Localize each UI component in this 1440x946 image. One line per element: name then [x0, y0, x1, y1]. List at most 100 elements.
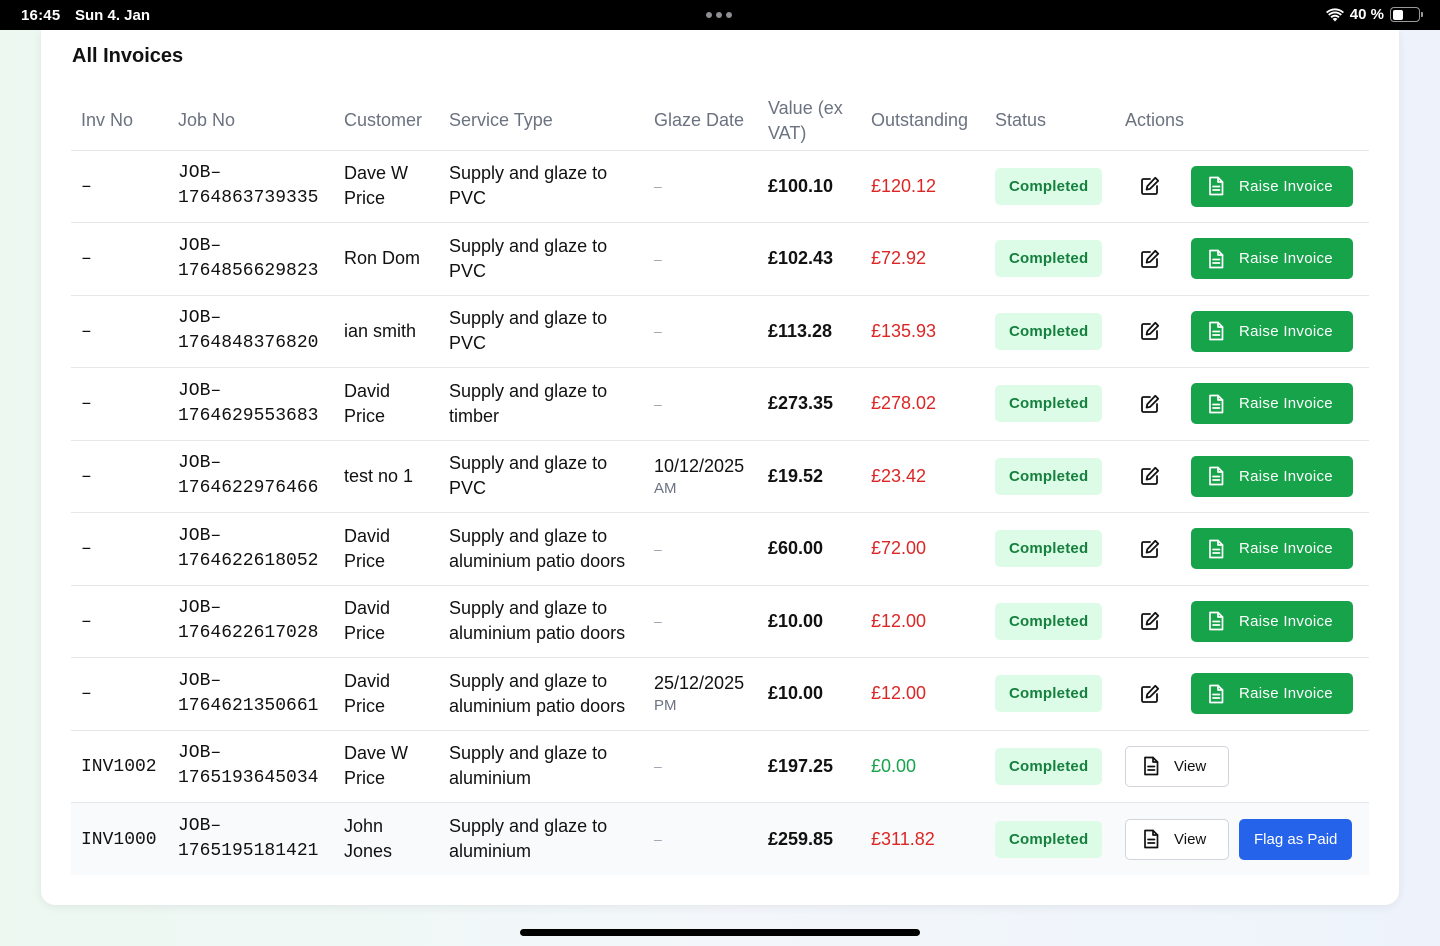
status-badge: Completed: [995, 240, 1103, 278]
inv-no-cell: –: [71, 512, 168, 586]
customer-name: David Price: [344, 380, 391, 426]
raise-invoice-label: Raise Invoice: [1239, 467, 1333, 485]
edit-button[interactable]: [1129, 239, 1171, 279]
glaze-date-empty: –: [654, 540, 662, 557]
edit-icon: [1140, 249, 1160, 269]
inv-no: –: [81, 321, 92, 342]
customer-name: Ron Dom: [344, 248, 421, 269]
status-badge: Completed: [995, 675, 1103, 713]
battery-icon: [1390, 7, 1423, 22]
service-type-cell: Supply and glaze to aluminium patio door…: [439, 585, 644, 658]
flag-as-paid-button[interactable]: Flag as Paid: [1239, 818, 1353, 860]
glaze-date-cell: –: [644, 512, 758, 586]
glaze-date-empty: –: [654, 250, 662, 267]
service-type: Supply and glaze to timber: [449, 380, 608, 426]
customer-cell: David Price: [334, 657, 439, 731]
value-cell: £197.25: [758, 730, 861, 803]
status-badge: Completed: [995, 530, 1103, 568]
value-ex-vat: £10.00: [768, 610, 824, 631]
glaze-date: 25/12/2025: [654, 673, 745, 694]
status-bar: 16:45 Sun 4. Jan 40 %: [0, 0, 1440, 30]
outstanding-cell: £23.42: [861, 440, 985, 513]
service-type-cell: Supply and glaze to PVC: [439, 440, 644, 513]
customer-cell: test no 1: [334, 440, 439, 513]
column-header: Inv No: [71, 92, 168, 151]
raise-invoice-button[interactable]: Raise Invoice: [1191, 383, 1353, 425]
view-label: View: [1174, 830, 1207, 848]
edit-button[interactable]: [1129, 456, 1171, 496]
page-title: All Invoices: [72, 45, 184, 67]
glaze-date-cell: –: [644, 585, 758, 658]
row-actions: Raise Invoice: [1125, 455, 1359, 497]
inv-no: INV1002: [81, 756, 157, 777]
glaze-date-cell: –: [644, 295, 758, 368]
edit-button[interactable]: [1129, 311, 1171, 351]
raise-invoice-button[interactable]: Raise Invoice: [1191, 673, 1353, 715]
value-ex-vat: £113.28: [768, 320, 833, 341]
job-no-cell: JOB– 1764629553683: [168, 367, 334, 441]
service-type: Supply and glaze to PVC: [449, 235, 608, 281]
column-header: Outstanding: [861, 92, 985, 151]
raise-invoice-label: Raise Invoice: [1239, 250, 1333, 268]
row-actions: Raise Invoice: [1125, 528, 1359, 570]
document-icon: [1207, 394, 1225, 414]
job-no: JOB– 1764622618052: [178, 525, 319, 571]
status-badge: Completed: [995, 167, 1103, 205]
document-icon: [1207, 611, 1225, 631]
raise-invoice-label: Raise Invoice: [1239, 540, 1333, 558]
job-no: JOB– 1765193645034: [178, 743, 319, 789]
service-type-cell: Supply and glaze to PVC: [439, 150, 644, 223]
row-actions: View: [1125, 745, 1359, 787]
inv-no-cell: –: [71, 585, 168, 658]
status-badge: Completed: [995, 747, 1103, 785]
job-no: JOB– 1764848376820: [178, 308, 319, 354]
customer-name: David Price: [344, 598, 391, 644]
job-no-cell: JOB– 1764622617028: [168, 585, 334, 658]
job-no: JOB– 1764856629823: [178, 235, 319, 281]
status-cell: Completed: [985, 730, 1115, 803]
service-type-cell: Supply and glaze to aluminium patio door…: [439, 657, 644, 731]
edit-button[interactable]: [1129, 601, 1171, 641]
view-button[interactable]: View: [1125, 745, 1229, 787]
raise-invoice-button[interactable]: Raise Invoice: [1191, 528, 1353, 570]
raise-invoice-button[interactable]: Raise Invoice: [1191, 600, 1353, 642]
raise-invoice-button[interactable]: Raise Invoice: [1191, 165, 1353, 207]
glaze-date-empty: –: [654, 178, 662, 195]
glaze-date-empty: –: [654, 758, 662, 775]
value-ex-vat: £259.85: [768, 828, 834, 849]
status-cell: Completed: [985, 657, 1115, 731]
value-ex-vat: £197.25: [768, 755, 834, 776]
view-button[interactable]: View: [1125, 818, 1229, 860]
actions-cell: Raise Invoice: [1115, 512, 1369, 586]
value-ex-vat: £60.00: [768, 538, 824, 559]
edit-button[interactable]: [1129, 166, 1171, 206]
edit-icon: [1140, 176, 1160, 196]
column-header: Status: [985, 92, 1115, 151]
raise-invoice-button[interactable]: Raise Invoice: [1191, 238, 1353, 280]
document-icon: [1207, 249, 1225, 269]
glaze-date-empty: –: [654, 613, 662, 630]
document-icon: [1207, 176, 1225, 196]
edit-button[interactable]: [1129, 674, 1171, 714]
table-row: – JOB– 1764621350661 David Price Supply and…: [71, 657, 1369, 731]
edit-button[interactable]: [1129, 529, 1171, 569]
status-cell: Completed: [985, 367, 1115, 441]
raise-invoice-button[interactable]: Raise Invoice: [1191, 310, 1353, 352]
outstanding-cell: £278.02: [861, 367, 985, 441]
row-actions: Raise Invoice: [1125, 673, 1359, 715]
status-cell: Completed: [985, 222, 1115, 296]
multitasking-dots-icon[interactable]: [706, 12, 732, 18]
edit-button[interactable]: [1129, 384, 1171, 424]
actions-cell: Raise Invoice: [1115, 222, 1369, 296]
home-indicator[interactable]: [520, 929, 920, 936]
document-icon: [1142, 829, 1160, 849]
glaze-date-empty: –: [654, 395, 662, 412]
raise-invoice-button[interactable]: Raise Invoice: [1191, 455, 1353, 497]
invoices-card: All Invoices Inv No Job No Customer Service…: [41, 30, 1399, 905]
outstanding-cell: £120.12: [861, 150, 985, 223]
raise-invoice-label: Raise Invoice: [1239, 685, 1333, 703]
actions-cell: Raise Invoice: [1115, 657, 1369, 731]
job-no-cell: JOB– 1764622976466: [168, 440, 334, 513]
inv-no-cell: –: [71, 150, 168, 223]
status-cell: Completed: [985, 295, 1115, 368]
